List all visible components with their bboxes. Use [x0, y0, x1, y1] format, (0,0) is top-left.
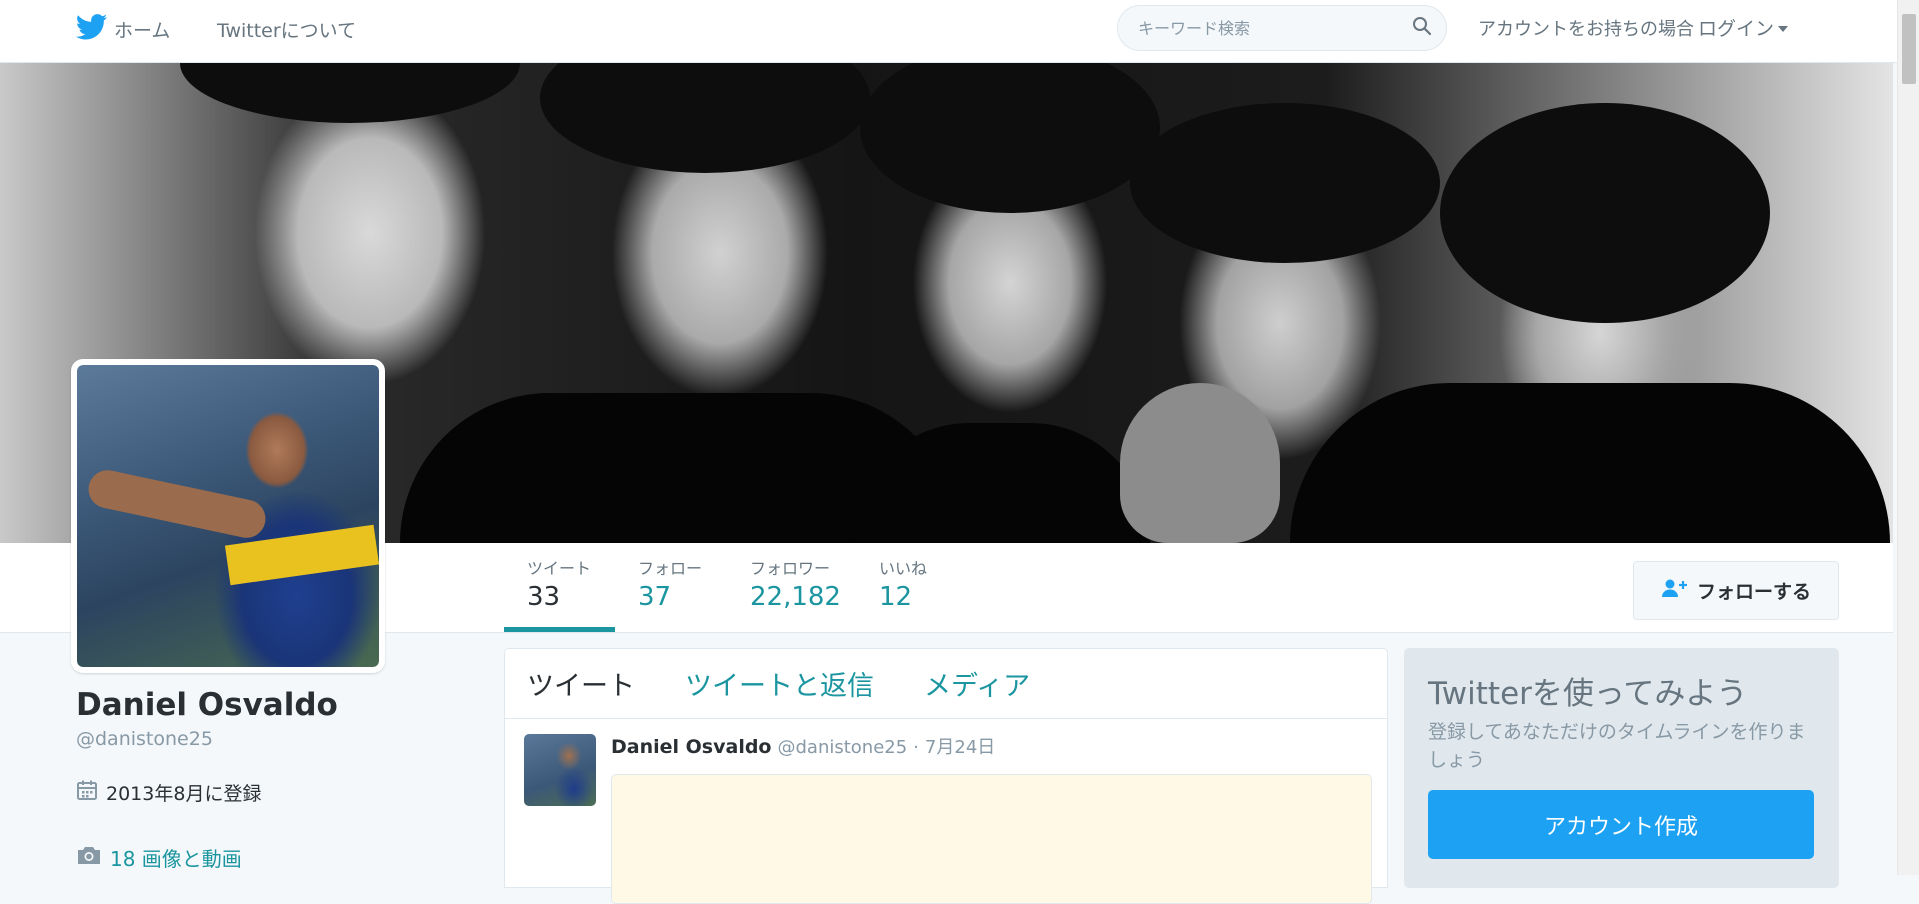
stat-followers-label: フォロワー [750, 559, 831, 578]
timeline-tabs: ツイート ツイートと返信 メディア [505, 649, 1387, 719]
tweet-date[interactable]: 7月24日 [925, 733, 995, 759]
create-account-button[interactable]: アカウント作成 [1428, 790, 1814, 859]
signup-title: Twitterを使ってみよう [1428, 676, 1748, 712]
follow-button-label: フォローする [1696, 581, 1811, 603]
active-stat-underline [504, 627, 615, 632]
stat-followers[interactable]: フォロワー 22,182 [750, 559, 841, 615]
follow-button[interactable]: フォローする [1633, 561, 1839, 620]
stat-likes-value: 12 [879, 582, 913, 612]
login-label: ログイン [1698, 18, 1775, 40]
search-icon[interactable] [1412, 16, 1432, 40]
tweet-separator: · [913, 737, 919, 758]
follow-user-icon [1661, 578, 1689, 603]
login-prefix-text: アカウントをお持ちの場合 [1478, 18, 1694, 40]
twitter-bird-icon [75, 14, 108, 45]
login-dropdown[interactable]: アカウントをお持ちの場合 ログイン [1478, 14, 1789, 41]
search-input[interactable] [1136, 17, 1412, 39]
nav-home-label: ホーム [114, 20, 171, 42]
stat-following-label: フォロー [638, 559, 703, 578]
stat-likes[interactable]: いいね 12 [879, 559, 927, 615]
photos-videos-link[interactable]: 18 画像と動画 [76, 843, 242, 872]
tweet-author-name[interactable]: Daniel Osvaldo [611, 736, 771, 758]
stat-following-value: 37 [638, 582, 672, 612]
profile-avatar[interactable] [71, 359, 385, 673]
avatar-photo [77, 365, 379, 667]
tweet-media-card[interactable] [611, 774, 1372, 904]
tweet-author-avatar[interactable] [524, 734, 596, 806]
tweet-header: Daniel Osvaldo @danistone25 · 7月24日 [611, 733, 995, 759]
stat-tweets-label: ツイート [527, 559, 592, 578]
stat-tweets[interactable]: ツイート 33 [527, 559, 591, 615]
tweet-author-handle[interactable]: @danistone25 [777, 737, 907, 758]
tweet-item[interactable]: Daniel Osvaldo @danistone25 · 7月24日 [505, 719, 1387, 904]
photos-videos-label: 18 画像と動画 [110, 847, 242, 871]
signup-subtitle: 登録してあなただけのタイムラインを作りましょう [1428, 721, 1806, 771]
tweet-timeline: ツイート ツイートと返信 メディア Daniel Osvaldo @danist… [504, 648, 1388, 904]
join-date-text: 2013年8月に登録 [106, 783, 262, 805]
caret-down-icon [1778, 26, 1789, 32]
scrollbar-thumb[interactable] [1902, 14, 1916, 84]
nav-home-link[interactable]: ホーム [75, 14, 171, 45]
profile-join-date: 2013年8月に登録 [76, 779, 261, 806]
page-scrollbar[interactable] [1897, 0, 1919, 875]
calendar-icon [76, 779, 98, 806]
search-box [1117, 5, 1447, 51]
stat-tweets-value: 33 [527, 582, 561, 612]
profile-fullname[interactable]: Daniel Osvaldo [76, 687, 338, 723]
nav-about-link[interactable]: Twitterについて [217, 16, 356, 43]
tab-tweets[interactable]: ツイート [527, 664, 635, 703]
tab-media[interactable]: メディア [924, 664, 1030, 703]
signup-module: Twitterを使ってみよう 登録してあなただけのタイムラインを作りましょう ア… [1404, 648, 1839, 888]
camera-icon [76, 845, 102, 870]
stat-followers-value: 22,182 [750, 582, 841, 612]
profile-screenname: @danistone25 [76, 728, 213, 750]
top-navigation-bar: ホーム Twitterについて アカウントをお持ちの場合 ログイン [0, 0, 1897, 63]
stat-likes-label: いいね [879, 559, 928, 578]
tab-tweets-and-replies[interactable]: ツイートと返信 [685, 664, 874, 703]
stat-following[interactable]: フォロー 37 [638, 559, 702, 615]
